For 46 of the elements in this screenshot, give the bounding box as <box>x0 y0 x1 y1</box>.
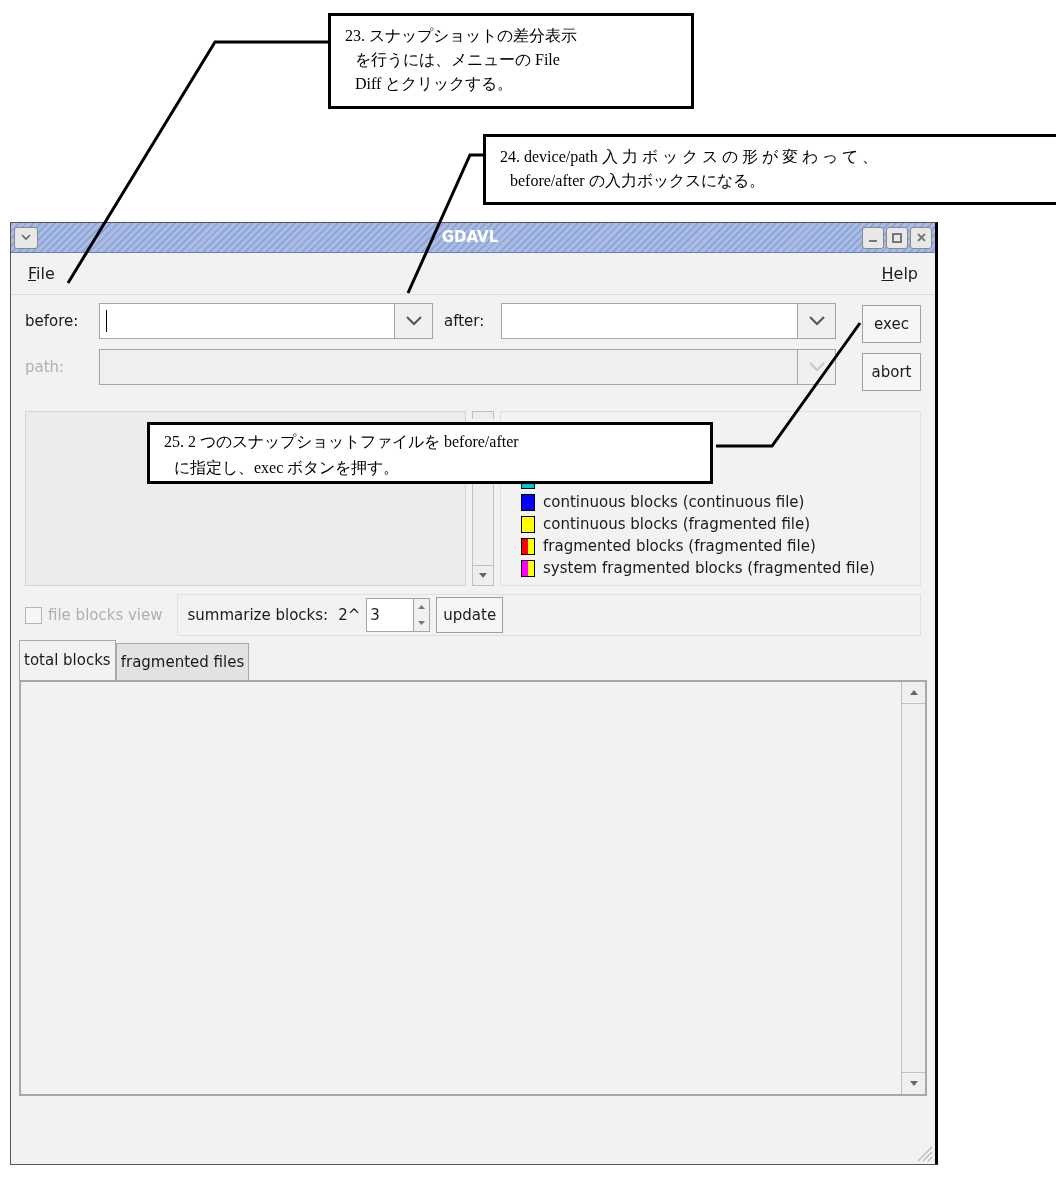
power-prefix: 2^ <box>338 604 361 626</box>
legend-label: fragmented blocks (fragmented file) <box>543 535 816 557</box>
chevron-down-icon <box>808 316 825 326</box>
callout-box: 23. スナップショットの差分表示を行うには、メニューの File Diff とクリックする。 <box>328 13 694 109</box>
legend-label: continuous blocks (fragmented file) <box>543 513 811 535</box>
update-button[interactable]: update <box>436 597 504 633</box>
maximize-button[interactable] <box>886 226 908 249</box>
callout-box: 24. device/path 入 力 ボ ッ ク ス の 形 が 変 わ っ て 、 before/after の入力ボックスになる。 <box>483 134 1056 205</box>
before-field[interactable] <box>99 303 395 339</box>
spin-up-icon <box>418 605 426 609</box>
spin-field[interactable]: 3 <box>366 598 415 632</box>
callout-box: 25. 2 つのスナップショットファイルを before/afterに指定し、exec ボタンを押す。 <box>147 422 713 484</box>
scrollbar[interactable] <box>472 411 494 419</box>
scroll-up-icon <box>909 690 918 695</box>
field-label: after: <box>444 310 486 332</box>
chevron-down-icon <box>479 573 487 578</box>
minimize-button[interactable] <box>862 226 884 249</box>
close-icon <box>916 233 926 242</box>
field-label: path: <box>25 356 66 378</box>
maximize-icon <box>892 232 902 243</box>
field-label: before: <box>25 310 80 332</box>
dropdown-button[interactable] <box>798 349 836 385</box>
minimize-icon <box>869 239 877 242</box>
spin-buttons[interactable] <box>414 598 431 632</box>
resize-grip-icon <box>915 1144 933 1162</box>
window-title: GDAVL <box>441 227 499 249</box>
close-button[interactable] <box>910 226 932 249</box>
checkbox-label: file blocks view <box>48 604 163 626</box>
action-button[interactable]: exec <box>862 305 921 343</box>
action-button[interactable]: abort <box>862 353 921 391</box>
window-menu-button[interactable] <box>14 226 38 249</box>
summarize-label: summarize blocks: <box>187 604 329 626</box>
menu-item[interactable]: File <box>28 261 55 286</box>
scrollbar[interactable] <box>901 682 925 1094</box>
tab[interactable]: total blocks <box>19 640 116 680</box>
tab[interactable]: fragmented files <box>115 643 250 680</box>
chevron-down-icon <box>808 362 825 372</box>
scrollbar[interactable] <box>472 481 494 586</box>
scroll-down-icon <box>909 1081 918 1086</box>
chevron-down-icon <box>21 234 31 241</box>
legend-label: continuous blocks (continuous file) <box>543 491 805 513</box>
after-field[interactable] <box>501 303 798 339</box>
menu-item[interactable]: Help <box>881 261 918 286</box>
chevron-down-icon <box>405 316 422 326</box>
legend-label: system fragmented blocks (fragmented file) <box>543 557 875 579</box>
spin-down-icon <box>418 621 426 625</box>
